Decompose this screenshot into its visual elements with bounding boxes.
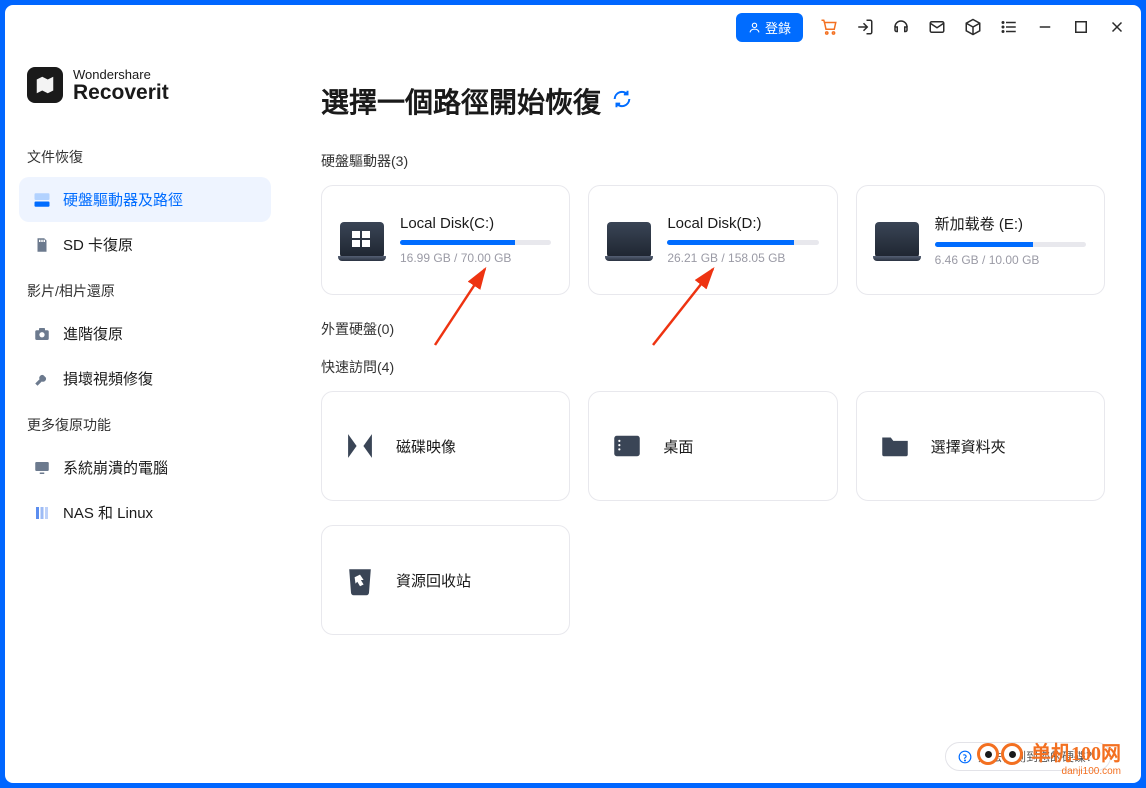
drive-icon	[875, 222, 919, 258]
drive-icon	[340, 222, 384, 258]
wrench-icon	[33, 370, 51, 388]
logo-icon	[27, 67, 63, 103]
quick-card-select-folder[interactable]: 選擇資料夾	[856, 391, 1105, 501]
watermark: 单机100网 danji100.com	[1031, 737, 1121, 777]
quick-card-desktop[interactable]: 桌面	[588, 391, 837, 501]
sidebar-item-video-repair[interactable]: 損壞視頻修復	[19, 356, 271, 401]
sidebar-section-media-restore: 影片/相片還原	[19, 271, 271, 311]
recycle-bin-icon	[340, 560, 380, 600]
sd-card-icon	[33, 236, 51, 254]
page-title: 選擇一個路徑開始恢復	[321, 81, 1105, 121]
cart-icon[interactable]	[819, 17, 839, 37]
sidebar-item-sd-recovery[interactable]: SD 卡復原	[19, 222, 271, 267]
quick-card-disk-image[interactable]: 磁碟映像	[321, 391, 570, 501]
disk-image-icon	[340, 426, 380, 466]
hdd-icon	[33, 191, 51, 209]
logo: Wondershare Recoverit	[19, 49, 271, 133]
monitor-icon	[33, 459, 51, 477]
maximize-icon[interactable]	[1071, 17, 1091, 37]
refresh-icon[interactable]	[611, 85, 633, 117]
watermark-eyes-icon	[977, 743, 1023, 765]
drive-card-e[interactable]: 新加载卷 (E:) 6.46 GB / 10.00 GB	[856, 185, 1105, 295]
section-label-drives: 硬盤驅動器(3)	[321, 151, 1105, 171]
support-icon[interactable]	[891, 17, 911, 37]
quick-grid: 磁碟映像 桌面 選擇資料夾	[321, 391, 1105, 501]
camera-icon	[33, 325, 51, 343]
cube-icon[interactable]	[963, 17, 983, 37]
drive-card-d[interactable]: Local Disk(D:) 26.21 GB / 158.05 GB	[588, 185, 837, 295]
login-button[interactable]: 登錄	[736, 13, 803, 42]
sidebar-item-advanced-recovery[interactable]: 進階復原	[19, 311, 271, 356]
folder-icon	[875, 426, 915, 466]
sidebar: Wondershare Recoverit 文件恢復 硬盤驅動器及路徑 SD 卡…	[5, 49, 285, 783]
desktop-icon	[607, 426, 647, 466]
sidebar-item-nas-linux[interactable]: NAS 和 Linux	[19, 490, 271, 535]
app-window: 登錄 Wondershare Recoverit 文件恢復	[5, 5, 1141, 783]
list-icon[interactable]	[999, 17, 1019, 37]
server-icon	[33, 504, 51, 522]
quick-card-recycle-bin[interactable]: 資源回收站	[321, 525, 570, 635]
import-icon[interactable]	[855, 17, 875, 37]
drive-card-c[interactable]: Local Disk(C:) 16.99 GB / 70.00 GB	[321, 185, 570, 295]
close-icon[interactable]	[1107, 17, 1127, 37]
sidebar-item-crashed-pc[interactable]: 系統崩潰的電腦	[19, 445, 271, 490]
sidebar-section-file-recovery: 文件恢復	[19, 137, 271, 177]
drives-grid: Local Disk(C:) 16.99 GB / 70.00 GB Local…	[321, 185, 1105, 295]
titlebar: 登錄	[5, 5, 1141, 49]
drive-icon	[607, 222, 651, 258]
section-label-quick: 快速訪問(4)	[321, 357, 1105, 377]
sidebar-section-more: 更多復原功能	[19, 405, 271, 445]
section-label-external: 外置硬盤(0)	[321, 319, 1105, 339]
main-content: 選擇一個路徑開始恢復 硬盤驅動器(3) Local Disk(C:) 16.99…	[285, 49, 1141, 783]
minimize-icon[interactable]	[1035, 17, 1055, 37]
mail-icon[interactable]	[927, 17, 947, 37]
sidebar-item-drives-paths[interactable]: 硬盤驅動器及路徑	[19, 177, 271, 222]
